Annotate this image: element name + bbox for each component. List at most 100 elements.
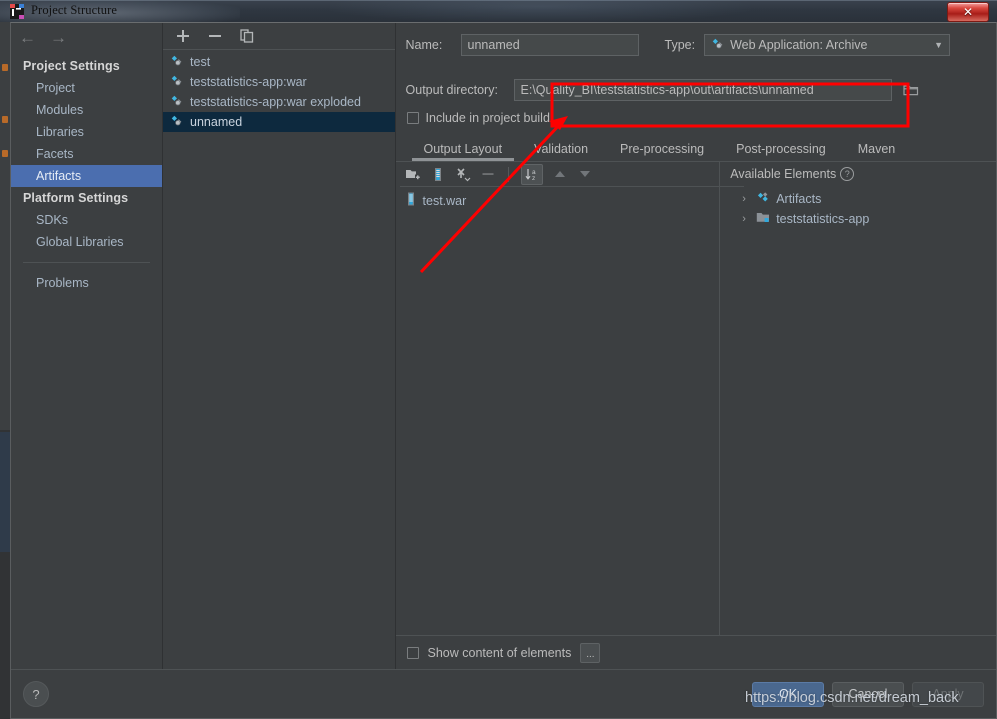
list-item-label: teststatistics-app:war (190, 75, 307, 89)
sidebar-group-project-settings: Project Settings (23, 59, 120, 73)
show-content-checkbox[interactable] (406, 646, 419, 659)
list-item-label: test (190, 55, 211, 69)
tab-post-processing[interactable]: Post-processing (720, 142, 842, 161)
list-item-label: teststatistics-app:war exploded (190, 95, 361, 109)
titlebar-glow-secondary (330, 0, 750, 22)
artifacts-toolbar (163, 23, 395, 50)
archive-icon (405, 192, 417, 209)
artifacts-list-empty-area (163, 132, 395, 669)
close-button[interactable]: ✕ (947, 2, 989, 22)
help-button[interactable]: ? (23, 681, 49, 707)
list-item-label: unnamed (190, 115, 243, 129)
sidebar-list: Project Settings Project Modules Librari… (11, 51, 163, 669)
detail-tabs: Output Layout Validation Pre-processing … (396, 135, 996, 161)
list-item[interactable]: teststatistics-app:war exploded (163, 92, 395, 112)
add-copy-icon[interactable] (455, 166, 471, 182)
add-archive-icon[interactable] (430, 166, 446, 182)
intellij-idea-icon (10, 4, 24, 19)
name-type-row: Name: Type: Web Application: Archive ▼ (406, 34, 996, 56)
help-icon[interactable]: ? (840, 167, 855, 181)
sidebar-item-artifacts[interactable]: Artifacts (11, 165, 163, 187)
sidebar-item-project[interactable]: Project (11, 77, 162, 99)
minus-icon[interactable] (207, 28, 223, 44)
include-in-project-build-checkbox[interactable]: Include in project build (406, 111, 996, 125)
module-icon (756, 211, 770, 227)
artifacts-list: test teststatistics-app:war teststatisti… (163, 50, 395, 132)
list-item[interactable]: unnamed (163, 112, 395, 132)
sidebar-item-global-libraries[interactable]: Global Libraries (11, 231, 162, 253)
project-structure-dialog: ← → Project Settings Project Modules Lib… (10, 22, 997, 719)
sidebar-nav-row: ← → (11, 23, 162, 51)
name-label: Name: (405, 38, 443, 52)
tree-row[interactable]: test.war (396, 191, 720, 210)
plus-icon[interactable] (175, 28, 191, 44)
move-up-icon (552, 166, 568, 182)
list-item[interactable]: test (163, 52, 395, 72)
chevron-right-icon[interactable]: › (742, 213, 750, 225)
sidebar-group-platform-settings: Platform Settings (23, 191, 129, 205)
artifact-icon (170, 114, 184, 131)
output-layout-tree: test.war (396, 187, 720, 635)
background-selection (0, 432, 10, 552)
close-icon: ✕ (962, 5, 974, 19)
background-marker (2, 116, 8, 123)
sidebar-item-modules[interactable]: Modules (11, 99, 162, 121)
tree-row-label: teststatistics-app (776, 212, 870, 226)
sidebar-divider (23, 262, 151, 263)
chevron-right-icon[interactable]: › (742, 193, 750, 205)
tree-row[interactable]: › teststatistics-app (720, 209, 996, 229)
watermark-text: https://blog.csdn.net/dream_back (745, 690, 959, 706)
available-elements-title: Available Elements (730, 167, 837, 181)
tree-row[interactable]: › Artifacts (720, 189, 996, 209)
folder-icon[interactable] (898, 79, 924, 101)
window-title: Project Structure (31, 3, 118, 17)
dialog-body: ← → Project Settings Project Modules Lib… (11, 23, 996, 669)
type-label: Type: (664, 38, 696, 52)
output-directory-row: Output directory: (406, 79, 996, 101)
sort-alphabetically-icon[interactable]: a z (520, 163, 543, 185)
available-elements-header: Available Elements ? (720, 162, 996, 186)
sidebar-item-facets[interactable]: Facets (11, 143, 162, 165)
artifact-icon (170, 74, 184, 91)
checkbox-box (406, 112, 419, 124)
name-input[interactable] (460, 34, 639, 56)
tree-row-label: Artifacts (776, 192, 822, 206)
background-marker (2, 150, 8, 157)
arrow-right-icon[interactable]: → (50, 29, 67, 46)
artifact-icon (170, 94, 184, 111)
sidebar-item-sdks[interactable]: SDKs (11, 209, 162, 231)
artifact-detail-pane: Name: Type: Web Application: Archive ▼ (395, 23, 996, 669)
output-directory-label: Output directory: (405, 83, 498, 97)
list-item[interactable]: teststatistics-app:war (163, 72, 395, 92)
output-layout-toolbar: a z (396, 162, 720, 186)
chevron-down-icon: ▼ (934, 40, 944, 50)
tab-validation[interactable]: Validation (518, 142, 604, 161)
output-layout-tree-panel: a z test.war (396, 162, 744, 635)
tree-row-label: test.war (422, 193, 467, 208)
copy-icon[interactable] (239, 28, 255, 44)
sidebar-item-libraries[interactable]: Libraries (11, 121, 162, 143)
available-elements-panel: Available Elements ? › Artifacts › tests… (720, 162, 996, 635)
settings-sidebar: ← → Project Settings Project Modules Lib… (11, 23, 164, 669)
move-down-icon (577, 166, 593, 182)
remove-icon (480, 166, 496, 182)
output-layout-area: a z test.war Available Elements ? › Arti… (396, 162, 996, 635)
type-combobox[interactable]: Web Application: Archive ▼ (704, 34, 951, 56)
background-marker (2, 64, 8, 71)
include-in-project-build-label: Include in project build (425, 111, 550, 125)
add-directory-icon[interactable] (405, 166, 421, 182)
sidebar-item-problems[interactable]: Problems (11, 272, 162, 294)
tab-pre-processing[interactable]: Pre-processing (604, 142, 720, 161)
tab-maven[interactable]: Maven (842, 142, 912, 161)
toolbar-separator (507, 166, 509, 182)
available-elements-tree: › Artifacts › teststatistics-app (720, 186, 996, 229)
show-content-bar: Show content of elements ... (395, 635, 996, 669)
tab-output-layout[interactable]: Output Layout (408, 142, 519, 161)
arrow-left-icon[interactable]: ← (19, 29, 36, 46)
artifact-icon (711, 37, 725, 54)
svg-text:z: z (532, 175, 535, 182)
more-options-button[interactable]: ... (580, 642, 601, 663)
show-content-label: Show content of elements (427, 645, 572, 660)
output-directory-input[interactable] (513, 79, 892, 101)
artifact-icon (756, 191, 770, 208)
